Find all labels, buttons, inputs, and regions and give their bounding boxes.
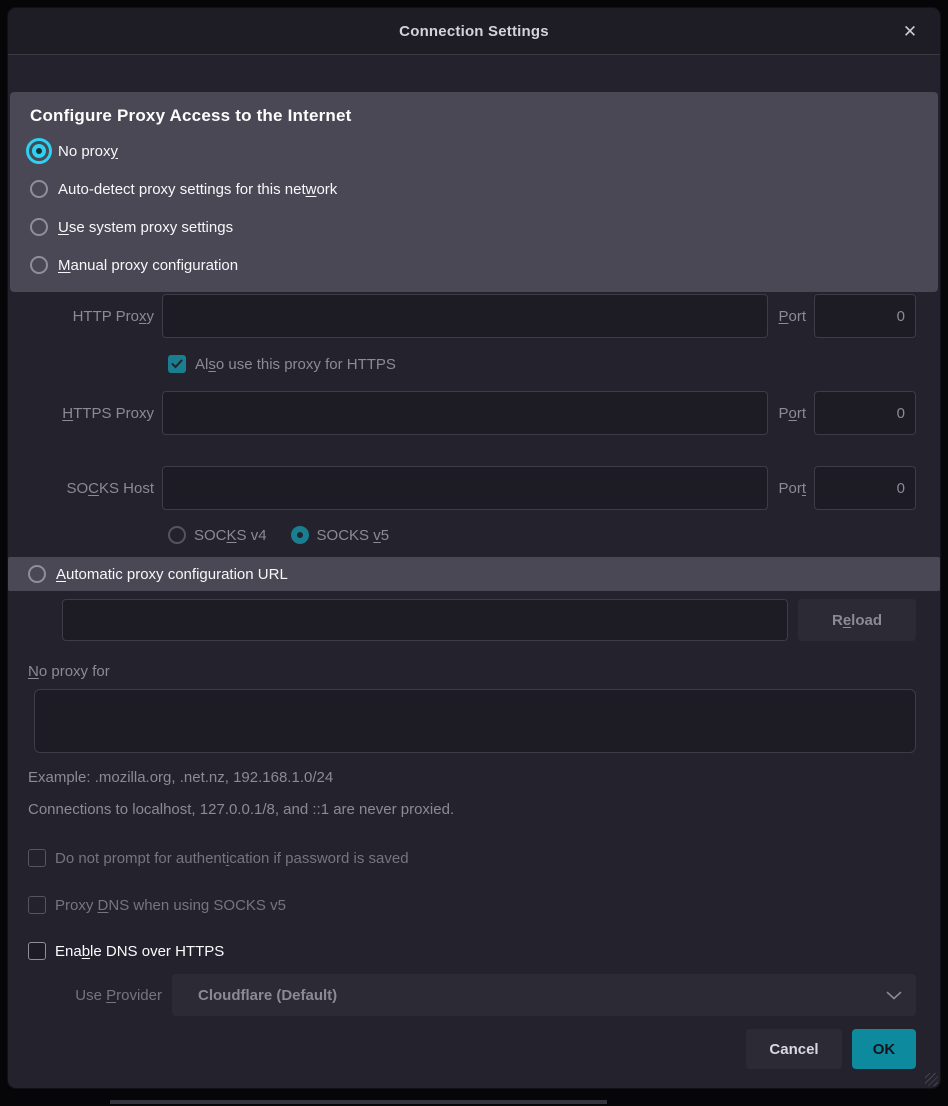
socks-v5-label: SOCKS v5	[317, 527, 390, 544]
socks-version-row: SOCKS v4 SOCKS v5	[168, 525, 940, 545]
radio-label-system-proxy: Use system proxy settings	[58, 219, 233, 236]
https-proxy-input[interactable]	[162, 391, 768, 435]
localhost-note-text: Connections to localhost, 127.0.0.1/8, a…	[28, 801, 940, 818]
close-icon[interactable]: ✕	[896, 18, 924, 46]
auto-url-label: Automatic proxy configuration URL	[56, 566, 288, 583]
connection-settings-dialog: Connection Settings ✕ Configure Proxy Ac…	[8, 8, 940, 1088]
http-proxy-label: HTTP Proxy	[8, 308, 154, 325]
also-https-row[interactable]: Also use this proxy for HTTPS	[168, 354, 940, 374]
enable-doh-row[interactable]: Enable DNS over HTTPS	[28, 941, 940, 961]
reload-button[interactable]: Reload	[798, 599, 916, 641]
provider-dropdown[interactable]: Cloudflare (Default)	[172, 974, 916, 1016]
also-https-checkbox[interactable]	[168, 355, 186, 373]
proxy-dns-label: Proxy DNS when using SOCKS v5	[55, 897, 286, 914]
chevron-down-icon	[886, 991, 902, 1000]
radio-no-proxy[interactable]	[26, 138, 52, 164]
http-proxy-input[interactable]	[162, 294, 768, 338]
radio-label-auto-detect: Auto-detect proxy settings for this netw…	[58, 181, 337, 198]
checkmark-icon	[171, 359, 183, 369]
provider-label: Use Provider	[16, 987, 162, 1004]
radio-system-proxy[interactable]	[30, 218, 48, 236]
socks-host-label: SOCKS Host	[8, 480, 154, 497]
https-port-input[interactable]	[814, 391, 916, 435]
provider-selected-value: Cloudflare (Default)	[186, 987, 886, 1004]
section-heading: Configure Proxy Access to the Internet	[30, 106, 938, 126]
resize-handle[interactable]	[925, 1073, 938, 1086]
radio-row-auto-detect[interactable]: Auto-detect proxy settings for this netw…	[10, 170, 938, 208]
auto-url-row[interactable]: Automatic proxy configuration URL	[8, 557, 940, 591]
dialog-title: Connection Settings	[399, 23, 549, 40]
socks-host-input[interactable]	[162, 466, 768, 510]
http-port-input[interactable]	[814, 294, 916, 338]
background-page-strip	[110, 1100, 607, 1104]
radio-auto-url[interactable]	[28, 565, 46, 583]
radio-row-system-proxy[interactable]: Use system proxy settings	[10, 208, 938, 246]
radio-row-manual-proxy[interactable]: Manual proxy configuration	[10, 246, 938, 284]
dialog-titlebar: Connection Settings ✕	[8, 8, 940, 55]
https-proxy-row: HTTPS Proxy Port	[8, 391, 916, 435]
proxy-mode-panel: Configure Proxy Access to the Internet N…	[10, 92, 938, 292]
socks-port-input[interactable]	[814, 466, 916, 510]
https-port-label: Port	[778, 405, 806, 422]
auto-url-input-row: Reload	[62, 599, 916, 641]
enable-doh-label: Enable DNS over HTTPS	[55, 943, 224, 960]
http-proxy-row: HTTP Proxy Port	[8, 294, 916, 338]
radio-manual-proxy[interactable]	[30, 256, 48, 274]
socks-port-label: Port	[778, 480, 806, 497]
no-prompt-auth-row[interactable]: Do not prompt for authentication if pass…	[28, 848, 940, 868]
provider-row: Use Provider Cloudflare (Default)	[16, 974, 916, 1016]
proxy-dns-row[interactable]: Proxy DNS when using SOCKS v5	[28, 895, 940, 915]
socks-v4-label: SOCKS v4	[194, 527, 267, 544]
radio-row-no-proxy[interactable]: No proxy	[10, 132, 938, 170]
no-prompt-auth-checkbox[interactable]	[28, 849, 46, 867]
cancel-button[interactable]: Cancel	[746, 1029, 842, 1069]
also-https-label: Also use this proxy for HTTPS	[195, 356, 396, 373]
radio-label-no-proxy: No proxy	[58, 143, 118, 160]
proxy-dns-checkbox[interactable]	[28, 896, 46, 914]
enable-doh-checkbox[interactable]	[28, 942, 46, 960]
auto-url-input[interactable]	[62, 599, 788, 641]
socks-host-row: SOCKS Host Port	[8, 466, 916, 510]
radio-socks-v5[interactable]	[291, 526, 309, 544]
no-proxy-for-textarea[interactable]	[34, 689, 916, 753]
radio-socks-v4[interactable]	[168, 526, 186, 544]
http-port-label: Port	[778, 308, 806, 325]
no-proxy-example-text: Example: .mozilla.org, .net.nz, 192.168.…	[28, 769, 940, 786]
radio-label-manual-proxy: Manual proxy configuration	[58, 257, 238, 274]
ok-button[interactable]: OK	[852, 1029, 916, 1069]
no-prompt-auth-label: Do not prompt for authentication if pass…	[55, 850, 409, 867]
radio-auto-detect[interactable]	[30, 180, 48, 198]
dialog-footer: Cancel OK	[8, 1029, 916, 1069]
https-proxy-label: HTTPS Proxy	[8, 405, 154, 422]
no-proxy-for-label: No proxy for	[28, 663, 940, 680]
